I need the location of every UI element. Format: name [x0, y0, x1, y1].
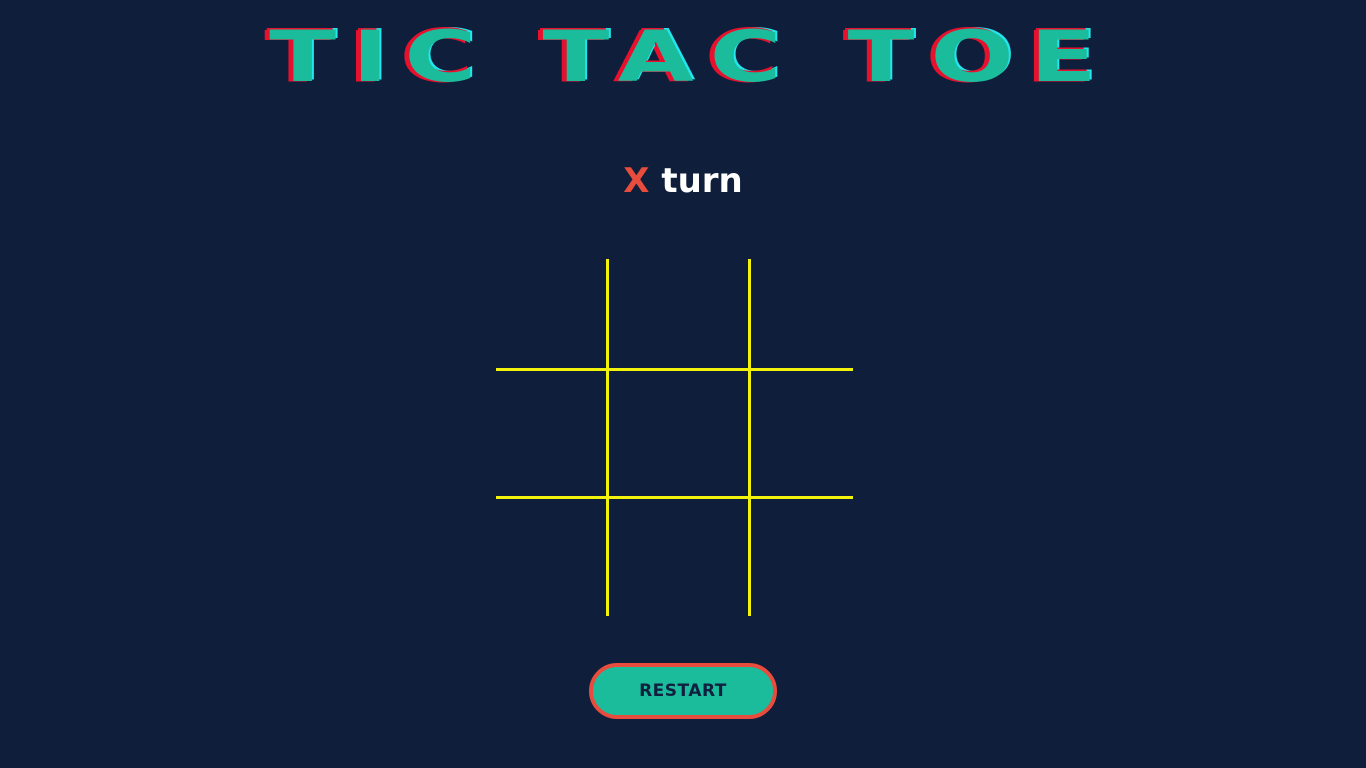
turn-status: X turn: [0, 157, 1366, 205]
board-cell-5[interactable]: [609, 371, 748, 496]
current-player: X: [623, 161, 650, 201]
grid-line-vertical-right: [748, 259, 751, 616]
grid-line-horizontal-bottom: [496, 496, 853, 499]
restart-button[interactable]: RESTART: [589, 663, 777, 719]
game-page: TIC TAC TOE X turn RESTART: [0, 0, 1366, 768]
board-cell-3[interactable]: [751, 259, 853, 368]
board-cell-4[interactable]: [496, 371, 606, 496]
board-cell-2[interactable]: [609, 259, 748, 368]
board-cell-9[interactable]: [751, 499, 853, 616]
game-title: TIC TAC TOE: [269, 16, 1113, 99]
board-cell-8[interactable]: [609, 499, 748, 616]
board-cell-7[interactable]: [496, 499, 606, 616]
game-board: [496, 259, 853, 616]
board-cell-1[interactable]: [496, 259, 606, 368]
grid-line-horizontal-top: [496, 368, 853, 371]
turn-label: turn: [661, 161, 743, 201]
grid-line-vertical-left: [606, 259, 609, 616]
board-cell-6[interactable]: [751, 371, 853, 496]
